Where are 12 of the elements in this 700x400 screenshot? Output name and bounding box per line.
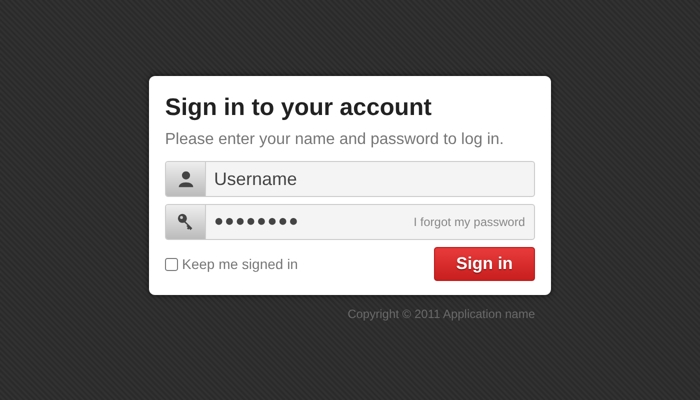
login-title: Sign in to your account (165, 93, 433, 123)
remember-label: Keep me signed in (182, 256, 298, 272)
copyright-text: Copyright © 2011 Application name (348, 307, 536, 321)
password-field[interactable]: ●●●●●●●● I forgot my password (165, 204, 535, 240)
user-icon (176, 170, 194, 188)
username-input[interactable]: Username (206, 163, 534, 195)
login-instructions: Please enter your name and password to log in. (165, 130, 505, 150)
password-input[interactable]: ●●●●●●●● (206, 206, 414, 238)
sign-in-button[interactable]: Sign in (434, 247, 535, 281)
remember-checkbox[interactable] (165, 258, 178, 270)
username-field[interactable]: Username (165, 161, 535, 197)
key-icon (176, 213, 194, 231)
